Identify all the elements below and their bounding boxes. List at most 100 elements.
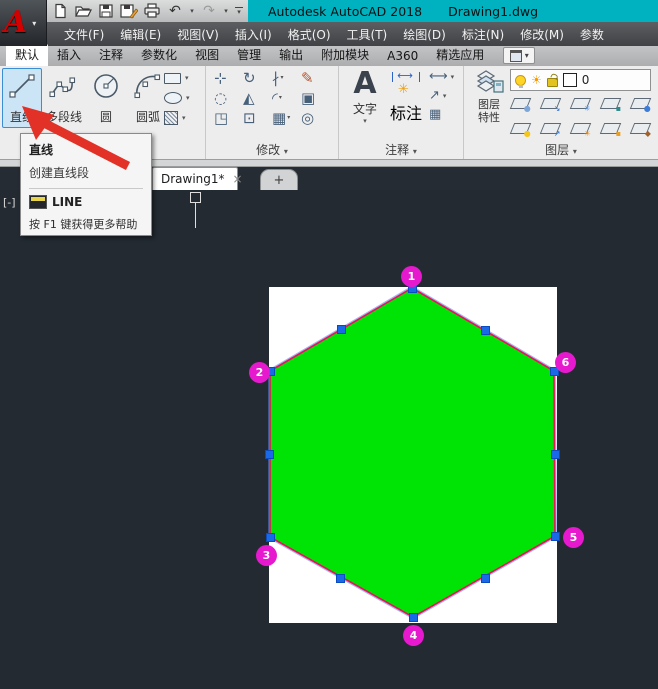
- fillet-button[interactable]: ◜ ▾: [272, 88, 301, 108]
- layer-thaw-all-button[interactable]: ☀: [569, 123, 592, 138]
- explode-button[interactable]: ▣: [301, 88, 330, 108]
- grip-vertex-5[interactable]: [551, 532, 560, 541]
- app-menu-dropdown-icon: ▾: [32, 18, 37, 28]
- new-file-icon[interactable]: [50, 2, 70, 20]
- rectangle-dropdown-icon[interactable]: ▾: [185, 74, 189, 82]
- hatch-dropdown-icon[interactable]: ▾: [182, 114, 186, 122]
- hatch-button[interactable]: ▾: [164, 111, 190, 125]
- layer-off-button[interactable]: ●: [509, 98, 532, 113]
- layer-color-swatch[interactable]: [562, 73, 577, 87]
- grip-mid-16[interactable]: [481, 326, 490, 335]
- circle-icon: [89, 69, 123, 107]
- grip-mid-23[interactable]: [265, 450, 274, 459]
- grip-mid-34[interactable]: [336, 574, 345, 583]
- linear-dimension-button[interactable]: ⟷ ▾: [429, 70, 454, 84]
- trim-button[interactable]: ∤ ▾: [272, 68, 301, 88]
- redo-dropdown-icon[interactable]: ▾: [222, 7, 230, 15]
- layer-lock-button[interactable]: ▪: [599, 98, 622, 113]
- new-drawing-tab-button[interactable]: +: [260, 169, 298, 192]
- undo-dropdown-icon[interactable]: ▾: [188, 7, 196, 15]
- menu-parametric[interactable]: 参数: [572, 23, 612, 46]
- open-file-icon[interactable]: [73, 2, 93, 20]
- quick-access-toolbar: ↶ ▾ ↷ ▾ ▾: [46, 0, 248, 22]
- tab-insert[interactable]: 插入: [48, 44, 90, 66]
- menu-insert[interactable]: 插入(I): [227, 23, 280, 46]
- polyline-button[interactable]: 多段线: [44, 68, 84, 128]
- text-button[interactable]: A 文字 ▾: [347, 68, 383, 126]
- layer-unlock-icon[interactable]: [546, 78, 558, 87]
- panel-layers: 图层 特性 ☀ 0 ● ↘ ✳ ▪ ● ● ↗ ☀ ▪ ◆ 图层 ▾: [464, 66, 658, 159]
- drawing-tab[interactable]: Drawing1* ×: [152, 167, 243, 190]
- layer-freeze-button[interactable]: ✳: [569, 98, 592, 113]
- redo-icon[interactable]: ↷: [199, 2, 219, 20]
- layer-select-dropdown[interactable]: ☀ 0: [510, 69, 651, 91]
- layer-properties-button[interactable]: 图层 特性: [468, 68, 510, 124]
- tab-addins[interactable]: 附加模块: [312, 44, 378, 66]
- copy-button[interactable]: ◌: [214, 88, 243, 108]
- ellipse-dropdown-icon[interactable]: ▾: [186, 94, 190, 102]
- menu-modify[interactable]: 修改(M): [512, 23, 572, 46]
- qat-customize-icon[interactable]: ▾: [235, 6, 243, 16]
- application-menu-button[interactable]: A ▾: [0, 0, 47, 46]
- menu-view[interactable]: 视图(V): [169, 23, 227, 46]
- hexagon-polyline[interactable]: [269, 287, 556, 618]
- menu-format[interactable]: 格式(O): [280, 23, 339, 46]
- array-button[interactable]: ▦ ▾: [272, 108, 301, 128]
- offset-button[interactable]: ◎: [301, 108, 330, 128]
- rectangle-button[interactable]: ▾: [164, 71, 190, 85]
- layer-on-icon[interactable]: [515, 74, 526, 88]
- tab-output[interactable]: 输出: [270, 44, 312, 66]
- layer-unlock-button[interactable]: ▪: [599, 123, 622, 138]
- text-dropdown-icon[interactable]: ▾: [347, 117, 383, 125]
- grip-mid-12[interactable]: [337, 325, 346, 334]
- arc-button[interactable]: 圆弧: [128, 68, 168, 128]
- tab-featured-apps[interactable]: 精选应用: [427, 44, 493, 66]
- layer-match-button[interactable]: ●: [629, 98, 652, 113]
- plot-icon[interactable]: [142, 2, 162, 20]
- grip-mid-45[interactable]: [481, 574, 490, 583]
- modify-panel-label[interactable]: 修改 ▾: [206, 141, 338, 158]
- rotate-button[interactable]: ↻: [243, 68, 272, 88]
- menu-edit[interactable]: 编辑(E): [112, 23, 169, 46]
- circle-button[interactable]: 圆: [86, 68, 126, 128]
- dimension-button[interactable]: ⟷ ✳ 标注: [387, 68, 425, 124]
- stretch-button[interactable]: ◳: [214, 108, 243, 128]
- undo-icon[interactable]: ↶: [165, 2, 185, 20]
- layer-thaw-icon[interactable]: ☀: [531, 74, 542, 86]
- layers-panel-label[interactable]: 图层 ▾: [464, 141, 658, 158]
- grip-vertex-4[interactable]: [409, 613, 418, 622]
- scale-button[interactable]: ⊡: [243, 108, 272, 128]
- layer-walk-button[interactable]: ◆: [629, 123, 652, 138]
- menu-dimension[interactable]: 标注(N): [454, 23, 512, 46]
- menu-draw[interactable]: 绘图(D): [395, 23, 454, 46]
- annotate-panel-label[interactable]: 注释 ▾: [339, 141, 463, 158]
- move-button[interactable]: ⊹: [214, 68, 243, 88]
- erase-button[interactable]: ✎: [301, 68, 330, 88]
- tab-home[interactable]: 默认: [6, 44, 49, 66]
- grip-mid-56[interactable]: [551, 450, 560, 459]
- drawing-canvas[interactable]: [-] 1 2 3 4 5 6: [0, 190, 658, 689]
- tab-view[interactable]: 视图: [186, 44, 228, 66]
- hexagon-object[interactable]: [0, 190, 658, 689]
- tab-annotate[interactable]: 注释: [90, 44, 132, 66]
- ellipse-button[interactable]: ▾: [164, 91, 190, 105]
- tab-manage[interactable]: 管理: [228, 44, 270, 66]
- line-button[interactable]: 直线: [2, 68, 42, 128]
- dimension-icon: ⟷ ✳: [391, 70, 421, 100]
- ribbon-display-toggle[interactable]: ▾: [503, 47, 536, 64]
- tab-close-icon[interactable]: ×: [233, 172, 243, 186]
- drawing-tab-label: Drawing1*: [161, 172, 225, 186]
- save-icon[interactable]: [96, 2, 116, 20]
- menu-file[interactable]: 文件(F): [56, 23, 112, 46]
- tab-parametric[interactable]: 参数化: [132, 44, 186, 66]
- menu-tools[interactable]: 工具(T): [339, 23, 396, 46]
- mirror-button[interactable]: ◭: [243, 88, 272, 108]
- layer-make-current-button[interactable]: ↘: [539, 98, 562, 113]
- layer-on-all-button[interactable]: ●: [509, 123, 532, 138]
- table-button[interactable]: ▦: [429, 108, 454, 122]
- layer-previous-button[interactable]: ↗: [539, 123, 562, 138]
- tab-a360[interactable]: A360: [378, 47, 427, 66]
- leader-button[interactable]: ↗ ▾: [429, 89, 454, 103]
- save-as-icon[interactable]: [119, 2, 139, 20]
- grip-vertex-3[interactable]: [266, 533, 275, 542]
